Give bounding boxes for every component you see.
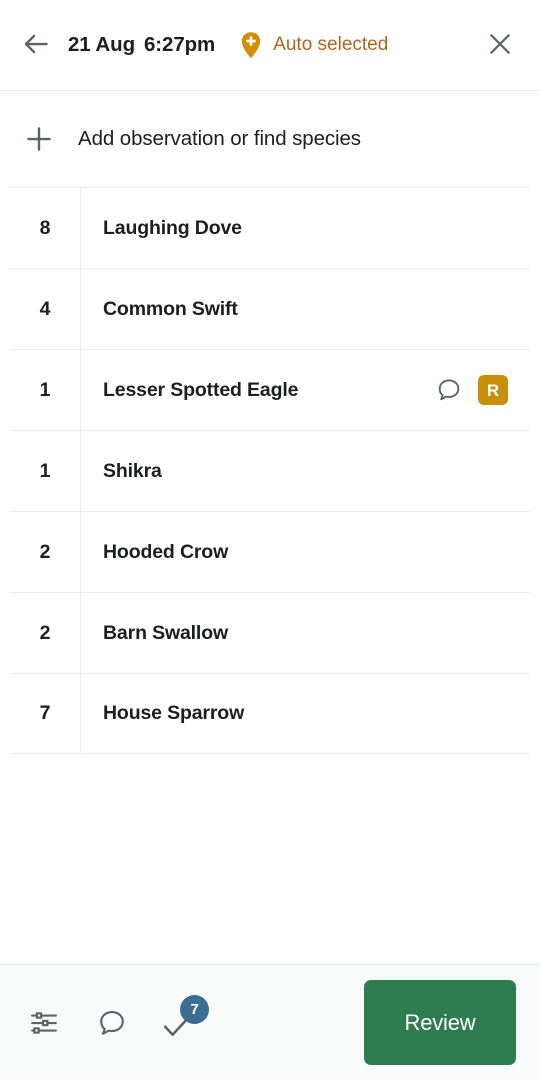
species-count: 1 bbox=[39, 378, 51, 401]
toolbar-icon-group: 7 bbox=[16, 994, 209, 1051]
species-count: 7 bbox=[39, 702, 51, 724]
close-icon bbox=[486, 30, 514, 61]
comments-button[interactable] bbox=[84, 995, 140, 1051]
species-row-main: House Sparrow bbox=[80, 674, 530, 753]
species-row-icons: R bbox=[436, 375, 508, 405]
species-row[interactable]: 2 Barn Swallow bbox=[10, 592, 530, 673]
species-row-main: Shikra bbox=[80, 431, 530, 511]
species-count: 1 bbox=[39, 459, 51, 482]
species-name: Hooded Crow bbox=[103, 540, 229, 563]
sliders-icon bbox=[29, 1008, 59, 1038]
species-name: Lesser Spotted Eagle bbox=[103, 378, 299, 401]
species-count: 4 bbox=[39, 297, 51, 320]
plus-icon bbox=[24, 124, 54, 154]
species-row-main: Laughing Dove bbox=[80, 188, 530, 268]
species-count-button[interactable]: 7 bbox=[152, 994, 209, 1051]
species-count-badge: 7 bbox=[180, 994, 209, 1024]
species-row[interactable]: 4 Common Swift bbox=[10, 268, 530, 349]
species-row-main: Lesser Spotted Eagle R bbox=[80, 350, 530, 430]
species-row[interactable]: 7 House Sparrow bbox=[10, 673, 530, 754]
filter-settings-button[interactable] bbox=[16, 995, 72, 1051]
add-observation-label: Add observation or find species bbox=[78, 127, 361, 150]
header-date: 21 Aug bbox=[68, 33, 135, 56]
species-list-container: 8 Laughing Dove 4 Common Swift 1 Lesser Spott… bbox=[0, 187, 540, 964]
bottom-toolbar: 7 Review bbox=[0, 964, 540, 1080]
species-row[interactable]: 1 Shikra bbox=[10, 430, 530, 511]
species-row-main: Hooded Crow bbox=[80, 512, 530, 592]
back-button[interactable] bbox=[8, 17, 64, 73]
species-name: Laughing Dove bbox=[103, 216, 242, 239]
arrow-left-icon bbox=[21, 29, 51, 62]
comment-icon bbox=[97, 1008, 127, 1038]
species-name: Common Swift bbox=[103, 297, 238, 320]
header-time: 6:27pm bbox=[144, 33, 216, 56]
close-button[interactable] bbox=[472, 17, 528, 73]
species-count: 2 bbox=[39, 540, 51, 563]
species-name: House Sparrow bbox=[103, 702, 245, 724]
add-observation-button[interactable]: Add observation or find species bbox=[0, 91, 540, 187]
rarity-badge[interactable]: R bbox=[478, 375, 508, 405]
species-row[interactable]: 1 Lesser Spotted Eagle R bbox=[10, 349, 530, 430]
species-name: Shikra bbox=[103, 459, 162, 482]
location-status-button[interactable]: Auto selected bbox=[239, 31, 388, 59]
app-header: 21 Aug 6:27pm Auto selected bbox=[0, 0, 540, 91]
species-count: 2 bbox=[39, 621, 51, 644]
comment-icon[interactable] bbox=[436, 377, 462, 403]
species-row[interactable]: 8 Laughing Dove bbox=[10, 187, 530, 268]
species-row-main: Common Swift bbox=[80, 269, 530, 349]
species-count: 8 bbox=[39, 216, 51, 239]
review-button[interactable]: Review bbox=[364, 980, 516, 1065]
species-row[interactable]: 2 Hooded Crow bbox=[10, 511, 530, 592]
species-list-screen: 21 Aug 6:27pm Auto selected Add observat… bbox=[0, 0, 540, 1080]
location-status-label: Auto selected bbox=[273, 34, 389, 55]
page-title: 21 Aug 6:27pm bbox=[68, 33, 215, 57]
species-list: 8 Laughing Dove 4 Common Swift 1 Lesser Spott… bbox=[0, 187, 540, 754]
map-pin-plus-icon bbox=[239, 31, 263, 59]
species-name: Barn Swallow bbox=[103, 621, 228, 644]
species-row-main: Barn Swallow bbox=[80, 593, 530, 673]
